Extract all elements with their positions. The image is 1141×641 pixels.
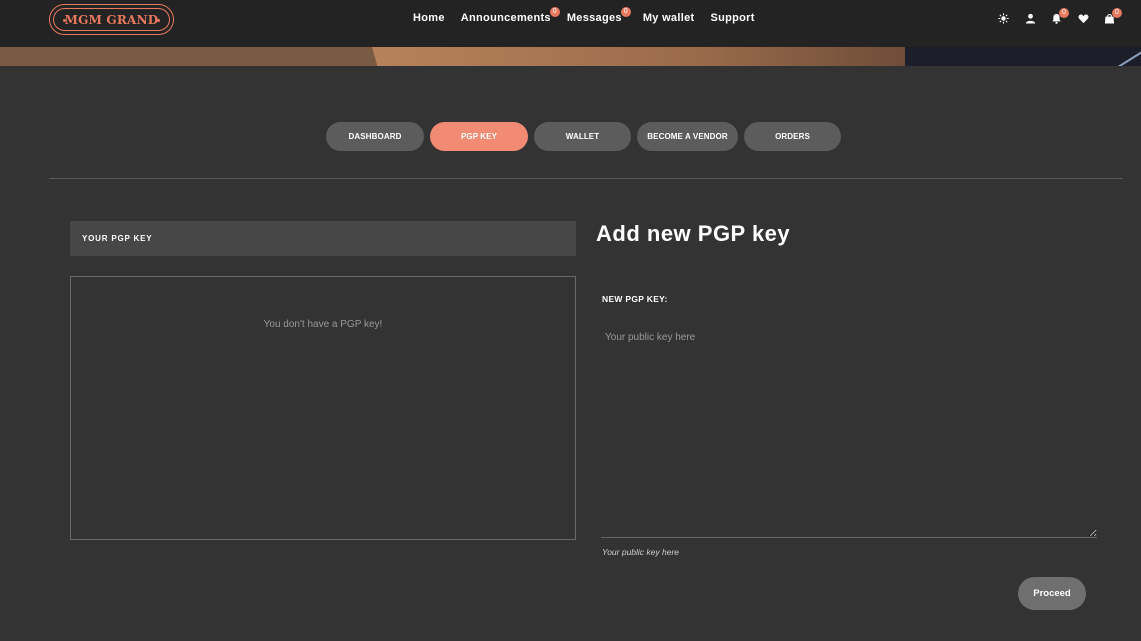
- hero-banner-strip: [0, 47, 1141, 66]
- nav-messages[interactable]: Messages 0: [566, 7, 631, 24]
- new-pgp-key-input[interactable]: [601, 326, 1097, 538]
- nav-my-wallet[interactable]: My wallet: [643, 12, 695, 24]
- banner-segment-right: [905, 47, 1141, 66]
- proceed-button[interactable]: Proceed: [1018, 577, 1086, 610]
- logo-dot-right: [157, 19, 160, 22]
- add-pgp-key-title: Add new PGP key: [596, 221, 791, 246]
- header-icons: 0 0: [998, 8, 1131, 24]
- sun-icon[interactable]: [998, 13, 1009, 24]
- nav-announcements-label: Announcements: [460, 12, 551, 24]
- tab-become-a-vendor-label: BECOME A VENDOR: [647, 132, 728, 141]
- nav-support[interactable]: Support: [710, 12, 754, 24]
- your-pgp-key-header: YOUR PGP KEY: [70, 221, 576, 256]
- top-navbar: MGM GRAND Home Announcements 0 Messages 0 …: [0, 0, 1141, 47]
- new-pgp-key-label: NEW PGP KEY:: [602, 294, 668, 304]
- tab-orders[interactable]: ORDERS: [744, 122, 841, 151]
- tab-become-a-vendor[interactable]: BECOME A VENDOR: [637, 122, 738, 151]
- pgp-key-help-text: Your public key here: [602, 547, 680, 557]
- banner-segment-center: [372, 47, 912, 66]
- announcements-count-badge: 0: [549, 7, 560, 17]
- shopping-bag-icon[interactable]: 0: [1104, 8, 1122, 24]
- bell-icon[interactable]: 0: [1051, 8, 1069, 24]
- nav-support-label: Support: [710, 12, 755, 24]
- tab-dashboard[interactable]: DASHBOARD: [326, 122, 424, 151]
- tab-wallet-label: WALLET: [565, 132, 600, 141]
- notifications-count-badge: 0: [1059, 8, 1069, 18]
- nav-announcements[interactable]: Announcements 0: [460, 7, 560, 24]
- nav-my-wallet-label: My wallet: [642, 12, 695, 24]
- brand-logo[interactable]: MGM GRAND: [49, 4, 174, 35]
- heart-icon[interactable]: [1078, 13, 1089, 24]
- nav-home[interactable]: Home: [413, 12, 445, 24]
- banner-segment-left: [0, 47, 380, 66]
- tab-dashboard-label: DASHBOARD: [348, 132, 402, 141]
- tab-orders-label: ORDERS: [775, 132, 810, 141]
- account-tabs: DASHBOARD PGP KEY WALLET BECOME A VENDOR…: [326, 122, 847, 151]
- tab-pgp-key[interactable]: PGP KEY: [430, 122, 528, 151]
- section-divider: [49, 178, 1123, 179]
- main-nav: Home Announcements 0 Messages 0 My wallet …: [413, 7, 771, 24]
- logo-text: MGM GRAND: [64, 12, 159, 27]
- no-pgp-key-message: You don't have a PGP key!: [263, 319, 383, 330]
- your-pgp-key-panel: You don't have a PGP key!: [70, 276, 576, 540]
- messages-count-badge: 0: [620, 7, 631, 17]
- user-icon[interactable]: [1025, 13, 1036, 24]
- tab-pgp-key-label: PGP KEY: [460, 132, 498, 141]
- nav-home-label: Home: [413, 12, 445, 24]
- tab-wallet[interactable]: WALLET: [534, 122, 631, 151]
- cart-count-badge: 0: [1112, 8, 1122, 18]
- nav-messages-label: Messages: [566, 12, 622, 24]
